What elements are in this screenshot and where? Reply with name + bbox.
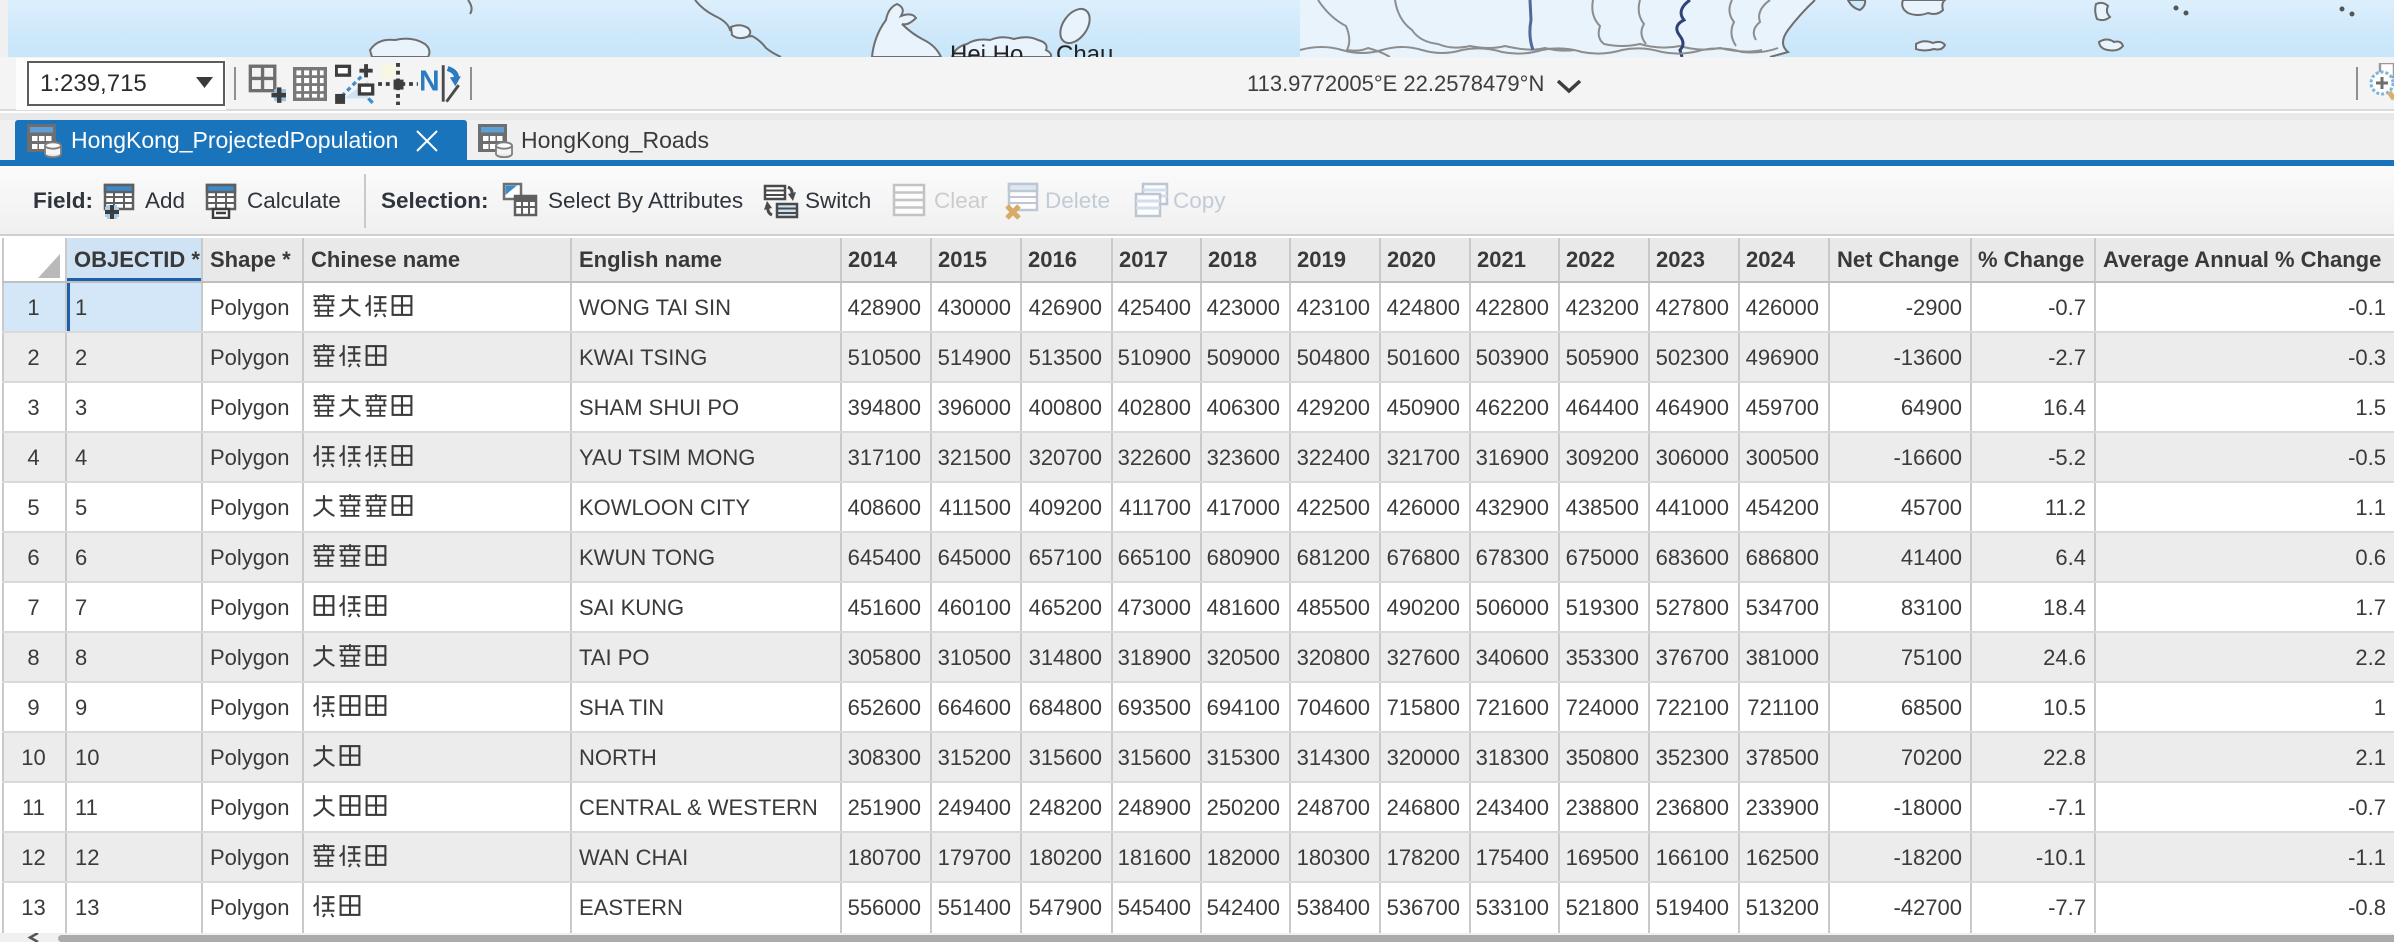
svg-text:N: N — [421, 66, 440, 98]
svg-text:Hei Ho: Hei Ho — [950, 41, 1023, 57]
svg-text:Chau: Chau — [1056, 41, 1113, 57]
